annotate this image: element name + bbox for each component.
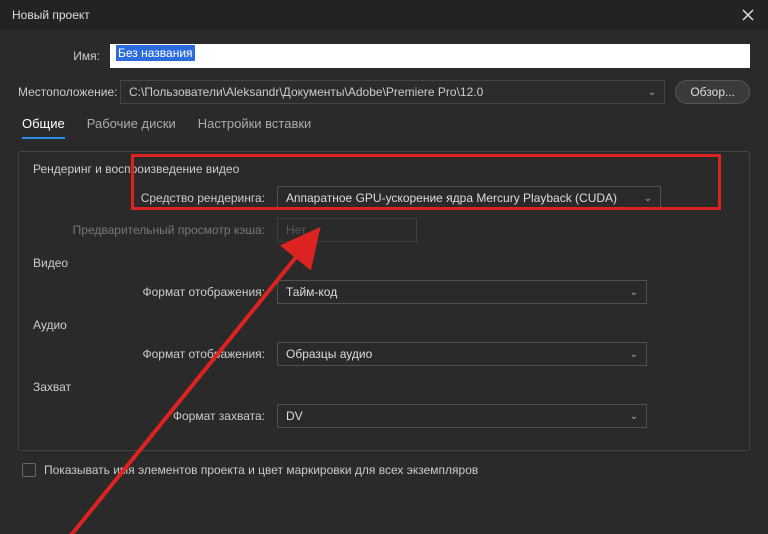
audio-group: Аудио Формат отображения: Образцы аудио … [33,318,735,366]
name-label: Имя: [18,49,110,63]
location-value: C:\Пользователи\Aleksandr\Документы\Adob… [129,85,483,99]
name-input[interactable]: Без названия [110,44,750,68]
rendering-group-title: Рендеринг и воспроизведение видео [33,162,735,176]
tab-scratch-disks[interactable]: Рабочие диски [87,116,176,139]
general-panel: Рендеринг и воспроизведение видео Средст… [18,151,750,451]
show-names-checkbox[interactable] [22,463,36,477]
show-names-label: Показывать имя элементов проекта и цвет … [44,463,478,477]
cache-value: Нет [286,223,306,237]
cache-select: Нет [277,218,417,242]
capture-format-value: DV [286,409,303,423]
capture-format-label: Формат захвата: [33,409,277,423]
location-select[interactable]: C:\Пользователи\Aleksandr\Документы\Adob… [120,80,665,104]
audio-format-value: Образцы аудио [286,347,372,361]
video-format-value: Тайм-код [286,285,337,299]
footer-row: Показывать имя элементов проекта и цвет … [0,451,768,477]
renderer-label: Средство рендеринга: [33,191,277,205]
capture-group: Захват Формат захвата: DV ⌄ [33,380,735,428]
name-value: Без названия [116,45,195,61]
tab-ingest[interactable]: Настройки вставки [198,116,312,139]
chevron-down-icon: ⌄ [630,287,638,298]
video-format-label: Формат отображения: [33,285,277,299]
rendering-group: Рендеринг и воспроизведение видео Средст… [33,162,735,242]
chevron-down-icon: ⌄ [630,349,638,360]
tab-general[interactable]: Общие [22,116,65,139]
browse-button[interactable]: Обзор... [675,80,750,104]
chevron-down-icon: ⌄ [644,193,652,204]
cache-label: Предварительный просмотр кэша: [33,223,277,237]
location-label: Местоположение: [18,85,120,99]
audio-group-title: Аудио [33,318,735,332]
titlebar: Новый проект [0,0,768,30]
audio-format-label: Формат отображения: [33,347,277,361]
capture-format-select[interactable]: DV ⌄ [277,404,647,428]
renderer-value: Аппаратное GPU-ускорение ядра Mercury Pl… [286,191,617,205]
window-title: Новый проект [12,8,90,22]
close-button[interactable] [736,3,760,27]
video-group: Видео Формат отображения: Тайм-код ⌄ [33,256,735,304]
capture-group-title: Захват [33,380,735,394]
chevron-down-icon: ⌄ [630,411,638,422]
renderer-select[interactable]: Аппаратное GPU-ускорение ядра Mercury Pl… [277,186,661,210]
tab-bar: Общие Рабочие диски Настройки вставки [18,116,750,139]
video-group-title: Видео [33,256,735,270]
audio-format-select[interactable]: Образцы аудио ⌄ [277,342,647,366]
video-format-select[interactable]: Тайм-код ⌄ [277,280,647,304]
chevron-down-icon: ⌄ [648,87,656,98]
